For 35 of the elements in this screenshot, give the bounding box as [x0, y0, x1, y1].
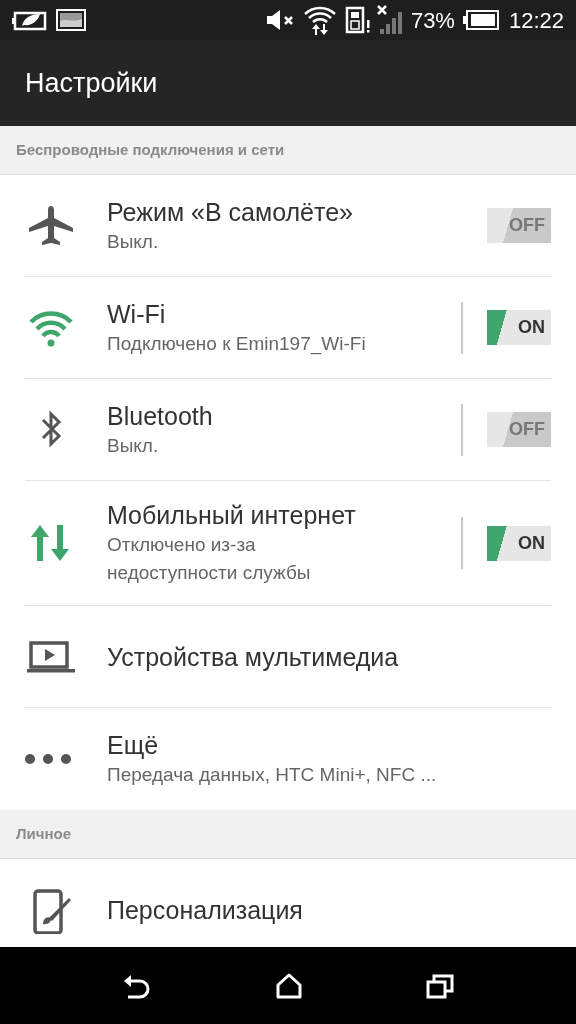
setting-title: Режим «В самолёте»: [107, 196, 354, 228]
settings-row[interactable]: Bluetooth Выкл. OFF: [25, 379, 551, 481]
home-icon[interactable]: [275, 972, 303, 999]
setting-summary: недоступности службы: [107, 561, 312, 585]
battery-saver-icon: [12, 9, 48, 31]
setting-summary: Подключено к Emin197_Wi-Fi: [107, 331, 367, 357]
settings-row[interactable]: Ещё Передача данных, HTC Mini+, NFC ...: [25, 708, 551, 810]
settings-row[interactable]: Устройства мультимедиа: [25, 606, 551, 708]
recent-apps-icon[interactable]: [426, 972, 455, 999]
sim-card-icon: [344, 6, 371, 34]
settings-row[interactable]: Режим «В самолёте» Выкл. OFF: [25, 175, 551, 277]
setting-title: Устройства мультимедиа: [107, 641, 400, 673]
setting-title: Wi-Fi: [107, 298, 167, 330]
section-title: Личное: [16, 823, 72, 844]
setting-title: Ещё: [107, 730, 160, 761]
settings-row[interactable]: Мобильный интернет Отключено из-за недоступности службы ON: [25, 481, 551, 606]
setting-summary: Передача данных, HTC Mini+, NFC ...: [107, 763, 438, 787]
screen-title: Настройки: [25, 66, 158, 100]
setting-summary: Выкл.: [107, 433, 160, 458]
setting-title: Bluetooth: [107, 400, 214, 432]
toggle-switch[interactable]: ON: [487, 310, 551, 345]
section-title: Беспроводные подключения и сети: [16, 139, 285, 160]
clock: 12:22: [508, 6, 564, 35]
setting-title: Персонализация: [107, 895, 304, 926]
setting-summary: Отключено из-за: [107, 533, 257, 557]
settings-row[interactable]: Wi-Fi Подключено к Emin197_Wi-Fi ON: [25, 277, 551, 379]
settings-row[interactable]: Персонализация: [25, 859, 551, 947]
toggle-switch[interactable]: ON: [487, 525, 551, 561]
picture-icon: [56, 9, 86, 31]
more-dots-icon: [25, 754, 71, 764]
setting-summary: Выкл.: [107, 229, 160, 254]
wifi-icon: [302, 4, 337, 36]
battery-icon: [462, 10, 499, 30]
battery-percent: 73%: [410, 6, 455, 35]
setting-title: Мобильный интернет: [107, 500, 357, 531]
